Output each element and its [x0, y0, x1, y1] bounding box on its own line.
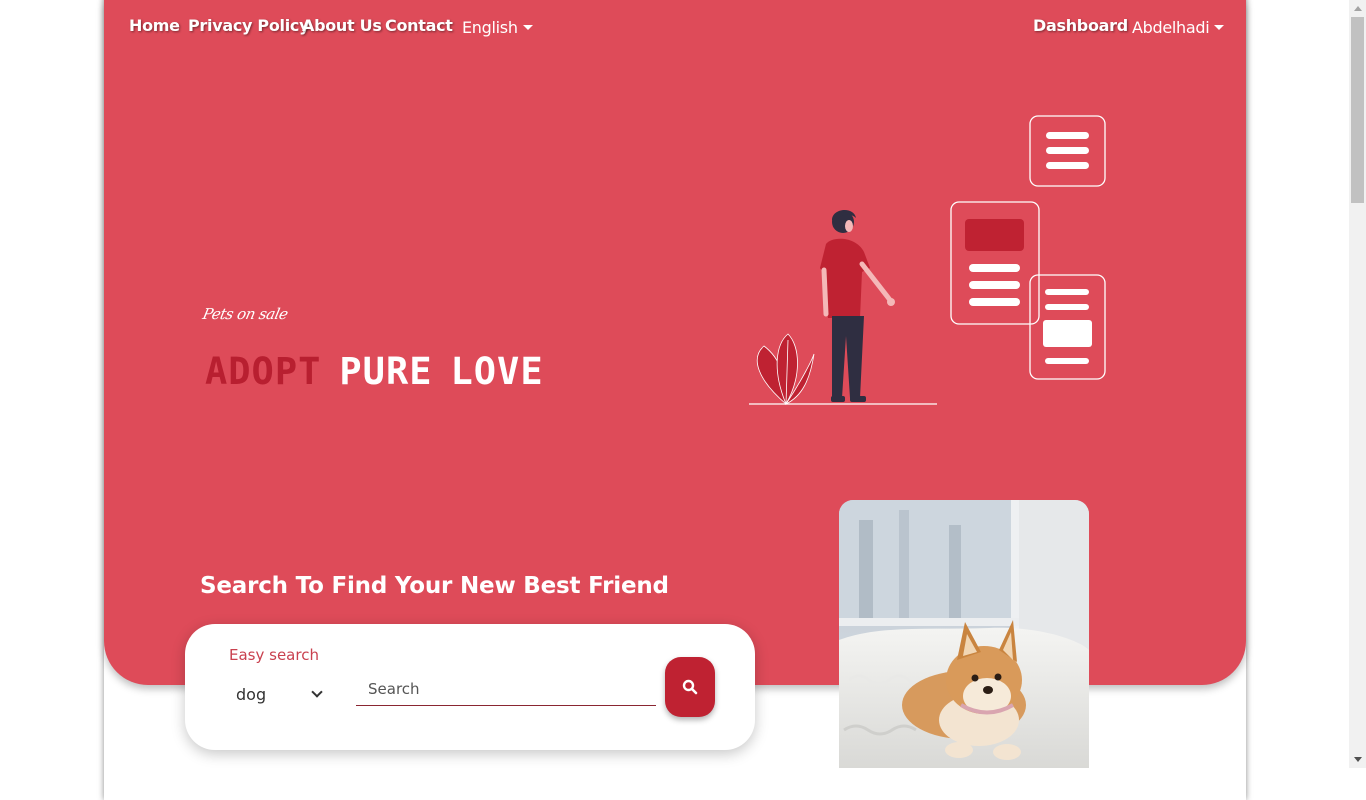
nav-about-link[interactable]: About Us	[302, 16, 382, 35]
hero-tagline: Pets on sale	[201, 305, 290, 323]
user-name: Abdelhadi	[1132, 18, 1210, 37]
nav-home-link[interactable]: Home	[129, 16, 180, 35]
headline-word-adopt: ADOPT	[205, 350, 322, 393]
search-icon	[682, 679, 698, 695]
chevron-down-icon	[311, 686, 323, 698]
animal-select-value: dog	[236, 684, 267, 704]
scroll-thumb[interactable]	[1351, 17, 1364, 203]
search-heading: Search To Find Your New Best Friend	[200, 573, 669, 599]
nav-dashboard-link[interactable]: Dashboard	[1033, 16, 1128, 35]
language-label: English	[462, 18, 518, 37]
easy-search-label: Easy search	[229, 646, 319, 664]
plant-icon	[756, 333, 815, 406]
nav-contact-link[interactable]: Contact	[385, 16, 453, 35]
hero-headline: ADOPT PURE LOVE	[205, 350, 562, 393]
search-input[interactable]	[356, 672, 656, 706]
scroll-down-icon[interactable]	[1349, 751, 1366, 768]
vertical-scrollbar[interactable]	[1349, 0, 1366, 768]
person-figure	[820, 209, 895, 402]
animal-select[interactable]: dog	[229, 676, 327, 712]
nav-privacy-link[interactable]: Privacy Policy	[188, 16, 310, 35]
scroll-up-icon[interactable]	[1349, 0, 1366, 17]
headline-word-love: LOVE	[450, 350, 544, 393]
language-dropdown[interactable]: English	[462, 18, 533, 37]
search-button[interactable]	[665, 657, 715, 717]
dog-photo	[839, 500, 1089, 768]
user-dropdown[interactable]: Abdelhadi	[1132, 18, 1225, 37]
search-card: Easy search dog	[185, 624, 755, 750]
person-browsing-illustration	[749, 115, 1106, 406]
headline-word-pure: PURE	[339, 350, 433, 393]
caret-down-icon	[1214, 25, 1225, 30]
caret-down-icon	[522, 25, 533, 30]
